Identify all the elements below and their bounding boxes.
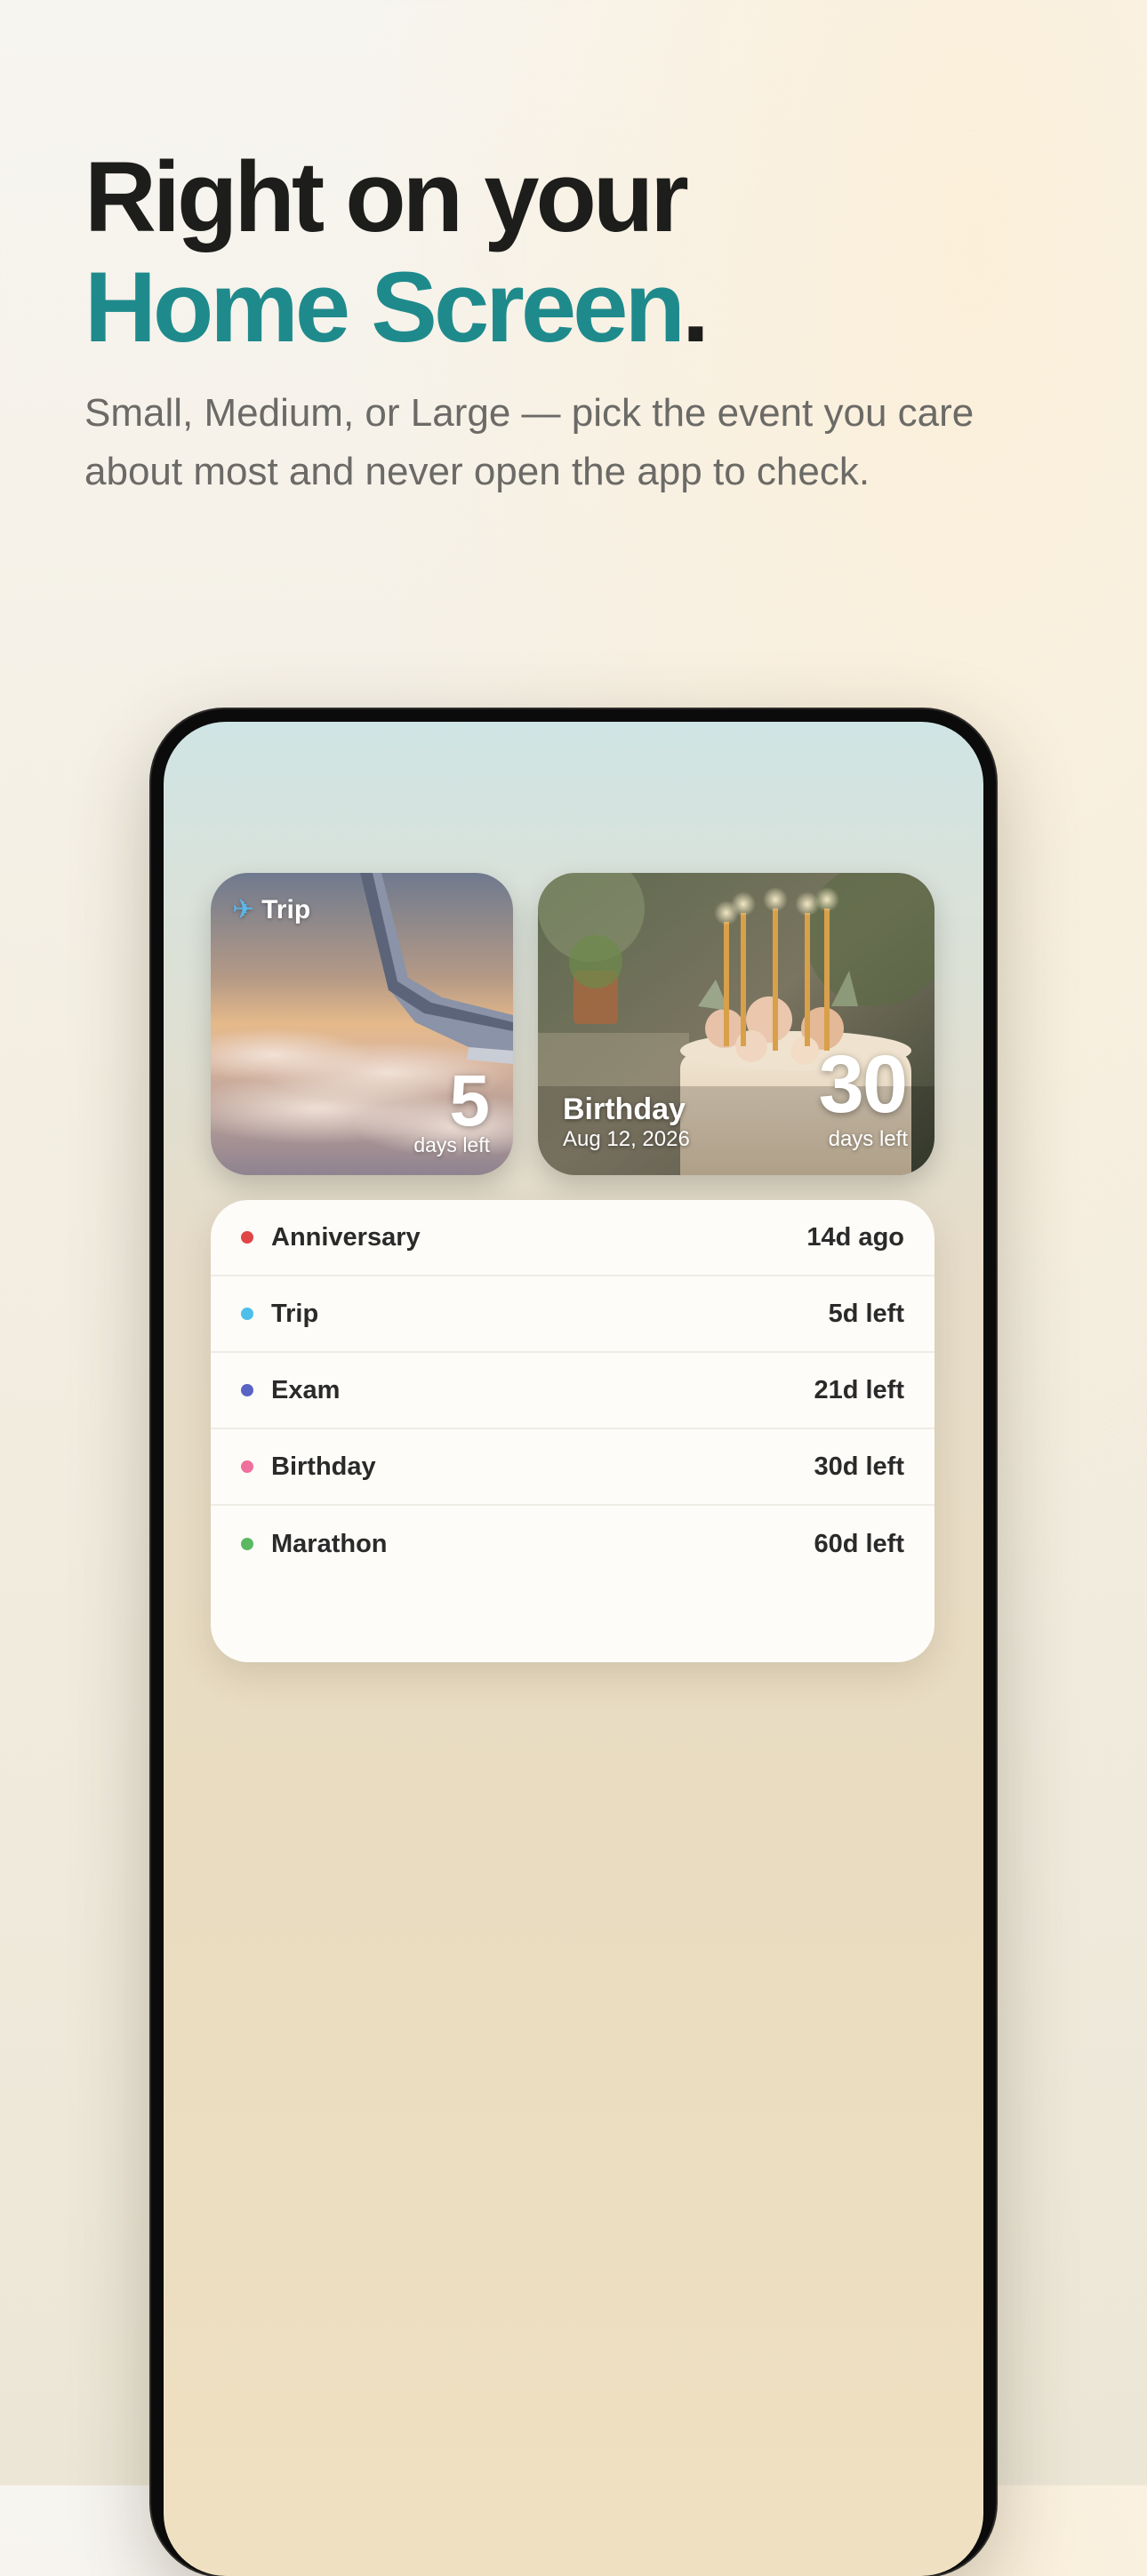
event-countdown: 60d left <box>814 1529 904 1558</box>
event-name: Marathon <box>271 1529 388 1558</box>
event-countdown: 14d ago <box>806 1222 904 1252</box>
headline-accent: Home Screen <box>84 252 686 363</box>
status-dot <box>241 1308 253 1320</box>
list-item[interactable]: Birthday 30d left <box>211 1429 934 1506</box>
status-dot <box>241 1231 253 1244</box>
headline-line-1: Right on your <box>84 141 689 252</box>
headline-period: . <box>681 252 710 363</box>
headline: Right on your Home Screen. <box>84 141 710 363</box>
small-widget-unit: days left <box>413 1133 490 1156</box>
medium-widget-count: 30 <box>818 1039 908 1130</box>
list-item[interactable]: Exam 21d left <box>211 1353 934 1429</box>
medium-widget-title: Birthday <box>563 1092 686 1126</box>
large-widget-event-list[interactable]: Anniversary 14d ago Trip 5d left Exam 21… <box>211 1200 934 1662</box>
event-name: Trip <box>271 1299 319 1328</box>
medium-widget-date: Aug 12, 2026 <box>563 1127 690 1151</box>
event-name: Anniversary <box>271 1222 421 1252</box>
subtitle: Small, Medium, or Large — pick the event… <box>84 391 975 493</box>
headline-line-2: Home Screen. <box>84 252 710 363</box>
airplane-icon: ✈ <box>232 895 255 924</box>
small-widget-title: Trip <box>261 894 311 924</box>
list-item[interactable]: Anniversary 14d ago <box>211 1200 934 1276</box>
medium-widget-unit: days left <box>828 1127 908 1151</box>
small-widget-label: ✈ Trip <box>232 894 310 925</box>
status-dot <box>241 1460 253 1473</box>
status-dot <box>241 1538 253 1550</box>
home-screen: ✈ Trip 5 days left Birthday Aug 12, 2026… <box>164 722 983 2576</box>
event-countdown: 30d left <box>814 1452 904 1481</box>
event-countdown: 21d left <box>814 1375 904 1404</box>
status-dot <box>241 1384 253 1396</box>
small-widget-count: 5 <box>449 1060 490 1141</box>
event-countdown: 5d left <box>828 1299 904 1328</box>
small-widget-trip[interactable]: ✈ Trip 5 days left <box>211 873 513 1175</box>
phone-mockup: ✈ Trip 5 days left Birthday Aug 12, 2026… <box>151 709 996 2576</box>
medium-widget-birthday[interactable]: Birthday Aug 12, 2026 30 days left <box>538 873 934 1175</box>
event-name: Birthday <box>271 1452 376 1481</box>
event-list: Anniversary 14d ago Trip 5d left Exam 21… <box>211 1200 934 1582</box>
list-item[interactable]: Marathon 60d left <box>211 1506 934 1582</box>
list-item[interactable]: Trip 5d left <box>211 1276 934 1353</box>
event-name: Exam <box>271 1375 341 1404</box>
